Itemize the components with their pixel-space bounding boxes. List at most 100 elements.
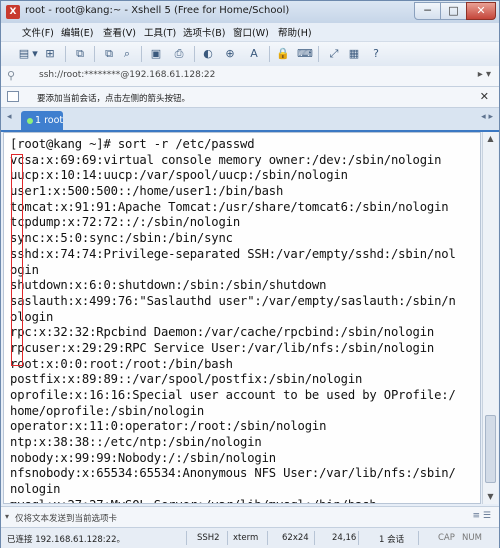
new-session-dropdown-icon[interactable]: ▾ bbox=[31, 46, 39, 61]
lock-icon[interactable]: 🔒 bbox=[276, 46, 290, 61]
terminal-output[interactable]: [root@kang ~]# sort -r /etc/passwd vcsa:x… bbox=[3, 132, 481, 504]
toolbar-divider bbox=[94, 46, 95, 62]
menu-edit[interactable]: 编辑(E) bbox=[61, 25, 93, 39]
expand-icon[interactable]: ⤢ bbox=[327, 46, 341, 61]
new-session-icon[interactable]: ▤ bbox=[17, 46, 31, 61]
info-bar: 要添加当前会话，点击左侧的箭头按钮。 ✕ bbox=[1, 87, 499, 108]
status-bar: 已连接 192.168.61.128:22。 SSH2 xterm 62x24 … bbox=[1, 527, 499, 548]
toolbar-divider bbox=[65, 46, 66, 62]
info-close-icon[interactable]: ✕ bbox=[480, 90, 489, 103]
status-connection: 已连接 192.168.61.128:22。 bbox=[7, 535, 125, 545]
toolbar-divider bbox=[141, 46, 142, 62]
minimize-button[interactable]: ─ bbox=[414, 2, 441, 20]
send-menu-icon[interactable]: ▾ bbox=[5, 512, 9, 521]
first-column-highlight bbox=[11, 154, 23, 366]
menu-bar: 文件(F) 编辑(E) 查看(V) 工具(T) 选项卡(B) 窗口(W) 帮助(… bbox=[1, 23, 499, 41]
find-icon[interactable]: ⌕ bbox=[120, 46, 134, 61]
menu-help[interactable]: 帮助(H) bbox=[278, 25, 312, 39]
terminal-line: rpcuser:x:29:29:RPC Service User:/var/li… bbox=[10, 340, 435, 355]
menu-tools[interactable]: 工具(T) bbox=[144, 25, 176, 39]
compose-options-icon[interactable]: ≡ ☰ bbox=[473, 511, 491, 521]
scroll-down-icon[interactable]: ▼ bbox=[484, 490, 497, 504]
address-go-icon[interactable]: ▸ ▾ bbox=[478, 69, 491, 80]
tab-bar: ◂ 1 root ◂ ▸ bbox=[1, 108, 499, 132]
globe-icon[interactable]: ⊕ bbox=[223, 46, 237, 61]
toolbar-divider bbox=[269, 46, 270, 62]
connected-dot-icon bbox=[27, 117, 33, 124]
tab-label: root bbox=[44, 115, 64, 126]
address-input[interactable]: ssh://root:********@192.168.61.128:22 bbox=[39, 70, 215, 80]
terminal-line: saslauth:x:499:76:"Saslauthd user":/var/… bbox=[10, 293, 456, 308]
link-icon[interactable]: ⧉ bbox=[73, 46, 87, 61]
status-sessions: 1 会话 bbox=[379, 535, 405, 545]
xshell-app-icon[interactable]: X bbox=[6, 5, 20, 19]
terminal-line: oprofile:x:16:16:Special user account to… bbox=[10, 388, 456, 402]
script-icon[interactable]: ▦ bbox=[347, 46, 361, 61]
terminal-line: home/oprofile:/sbin/nologin bbox=[10, 403, 205, 418]
terminal-line: user1:x:500:500::/home/user1:/bin/bash bbox=[10, 184, 284, 199]
terminal-line: [root@kang ~]# sort -r /etc/passwd bbox=[10, 137, 255, 151]
status-terminal-type: xterm bbox=[233, 533, 259, 543]
terminal-line: mysql:x:27:27:MySQL Server:/var/lib/mysq… bbox=[10, 498, 456, 503]
status-caps: CAP bbox=[438, 533, 455, 543]
terminal-lines: [root@kang ~]# sort -r /etc/passwd vcsa:x… bbox=[10, 137, 456, 503]
keyboard-icon[interactable]: ⌨ bbox=[297, 46, 313, 61]
terminal-line: postfix:x:89:89::/var/spool/postfix:/sbi… bbox=[10, 372, 363, 387]
font-icon[interactable]: A bbox=[247, 46, 261, 61]
terminal-line: sync:x:5:0:sync:/sbin:/bin/sync bbox=[10, 231, 233, 246]
toolbar-divider bbox=[194, 46, 195, 62]
compose-text[interactable]: 仅将文本发送到当前选项卡 bbox=[15, 512, 117, 524]
terminal-line: ntp:x:38:38::/etc/ntp:/sbin/nologin bbox=[10, 435, 262, 450]
terminal-line: tomcat:x:91:91:Apache Tomcat:/usr/share/… bbox=[10, 199, 449, 214]
color-scheme-icon[interactable]: ◐ bbox=[201, 46, 215, 61]
menu-window[interactable]: 窗口(W) bbox=[233, 25, 269, 39]
menu-file[interactable]: 文件(F) bbox=[22, 25, 54, 39]
terminal-line: vcsa:x:69:69:virtual console memory owne… bbox=[10, 152, 442, 167]
status-num: NUM bbox=[462, 533, 482, 543]
terminal-line: shutdown:x:6:0:shutdown:/sbin:/sbin/shut… bbox=[10, 278, 327, 293]
close-button[interactable]: ✕ bbox=[466, 2, 496, 20]
status-divider bbox=[314, 531, 315, 545]
menu-tabs[interactable]: 选项卡(B) bbox=[183, 25, 225, 39]
tab-root[interactable]: 1 root bbox=[21, 111, 63, 130]
status-divider bbox=[358, 531, 359, 545]
info-icon bbox=[7, 91, 19, 102]
terminal-line: sshd:x:74:74:Privilege-separated SSH:/va… bbox=[10, 246, 456, 261]
status-divider bbox=[267, 531, 268, 545]
status-size: 62x24 bbox=[282, 533, 309, 543]
xshell-window: X root - root@kang:~ - Xshell 5 (Free fo… bbox=[0, 0, 500, 548]
terminal-line: operator:x:11:0:operator:/root:/sbin/nol… bbox=[10, 419, 327, 434]
terminal-scrollbar[interactable]: ▲ ▼ bbox=[482, 132, 498, 504]
toolbar: ▤ ▾ ⊞ ⧉ ⧉ ⌕ ▣ ⎙ ◐ ⊕ A 🔒 ⌨ ⤢ ▦ ? bbox=[1, 41, 499, 67]
terminal-line: ogin bbox=[10, 262, 39, 277]
toolbar-divider bbox=[318, 46, 319, 62]
status-cursor: 24,16 bbox=[332, 533, 357, 543]
terminal-line: nobody:x:99:99:Nobody:/:/sbin/nologin bbox=[10, 450, 276, 465]
print-icon[interactable]: ⎙ bbox=[172, 46, 186, 61]
terminal-line: tcpdump:x:72:72::/:/sbin/nologin bbox=[10, 215, 240, 230]
info-text: 要添加当前会话，点击左侧的箭头按钮。 bbox=[37, 94, 191, 104]
address-key-icon: ⚲ bbox=[7, 69, 16, 82]
terminal-line: rpc:x:32:32:Rpcbind Daemon:/var/cache/rp… bbox=[10, 325, 435, 340]
folder-icon[interactable]: ⊞ bbox=[43, 46, 57, 61]
tab-number: 1 bbox=[35, 115, 42, 126]
terminal-line: uucp:x:10:14:uucp:/var/spool/uucp:/sbin/… bbox=[10, 168, 348, 183]
help-icon[interactable]: ? bbox=[369, 46, 383, 61]
tab-nav-left-icon[interactable]: ◂ bbox=[7, 112, 12, 122]
scroll-up-icon[interactable]: ▲ bbox=[484, 132, 497, 146]
terminal-line: nfsnobody:x:65534:65534:Anonymous NFS Us… bbox=[10, 466, 456, 481]
status-protocol: SSH2 bbox=[197, 533, 220, 543]
terminal-line: root:x:0:0:root:/root:/bin/bash bbox=[10, 356, 233, 371]
status-divider bbox=[418, 531, 419, 545]
copy-icon[interactable]: ⧉ bbox=[102, 46, 116, 61]
status-divider bbox=[227, 531, 228, 545]
tab-nav-right-icon[interactable]: ◂ ▸ bbox=[481, 112, 493, 122]
menu-view[interactable]: 查看(V) bbox=[103, 25, 136, 39]
maximize-button[interactable]: □ bbox=[440, 2, 467, 20]
properties-icon[interactable]: ▣ bbox=[149, 46, 163, 61]
scroll-thumb[interactable] bbox=[485, 415, 496, 483]
compose-bar: ▾ 仅将文本发送到当前选项卡 ≡ ☰ bbox=[1, 506, 499, 527]
window-title: root - root@kang:~ - Xshell 5 (Free for … bbox=[25, 5, 290, 16]
address-bar: ⚲ ssh://root:********@192.168.61.128:22 … bbox=[1, 66, 499, 87]
terminal-line: nologin bbox=[10, 482, 61, 497]
